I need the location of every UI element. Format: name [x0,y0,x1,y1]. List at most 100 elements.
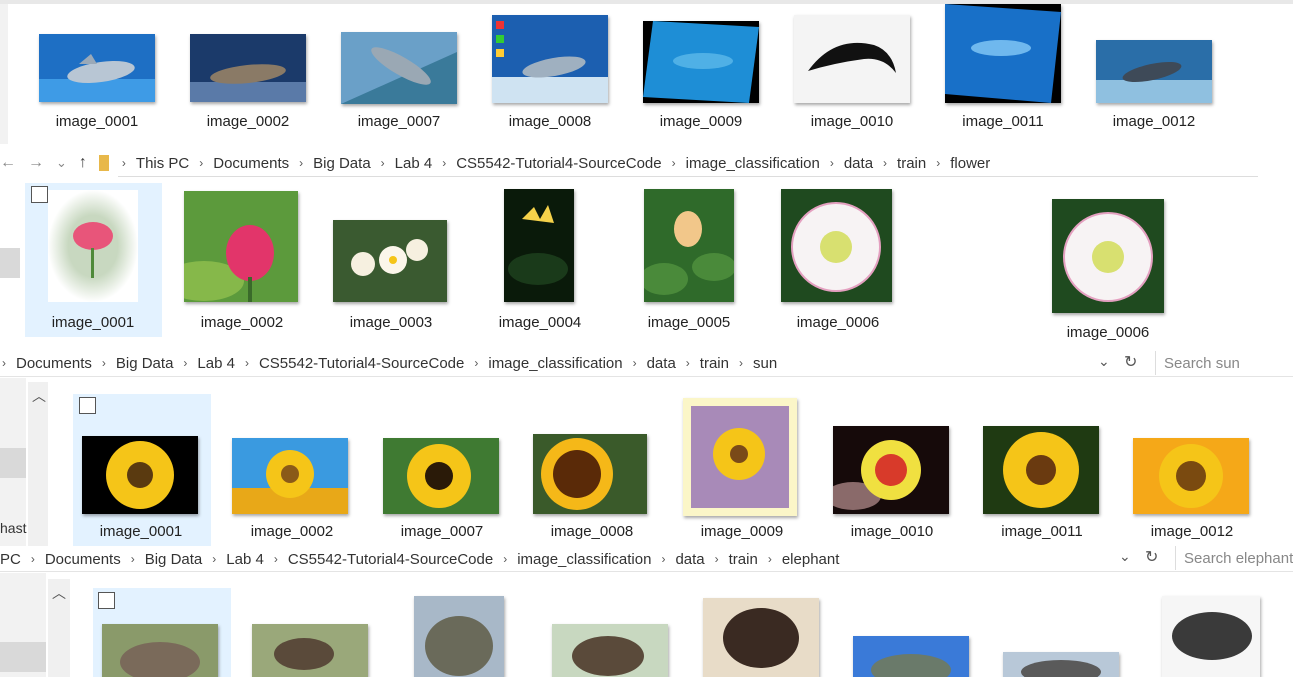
breadcrumb-sourcecode[interactable]: CS5542-Tutorial4-SourceCode [256,355,467,372]
chevron-down-icon[interactable]: ⌄ [1119,548,1131,565]
breadcrumb-train[interactable]: train [697,355,732,372]
elephant-thumb-3[interactable] [414,596,504,677]
breadcrumb-image-classification[interactable]: image_classification [485,355,625,372]
breadcrumb-elephant[interactable]: elephant [779,551,843,568]
flower-caption-2: image_0002 [200,314,284,331]
flower-address-bar[interactable]: ← → ⌄ ↑ › This PC › Documents › Big Data › … [0,150,993,176]
folder-icon [98,155,109,171]
scroll-up-icon[interactable]: ︿ [52,583,66,603]
select-checkbox[interactable] [98,592,115,609]
breadcrumb-image-classification[interactable]: image_classification [514,551,654,568]
flower-caption-6: image_0006 [796,314,880,331]
dolphin-thumb-5[interactable] [643,21,759,103]
address-underline [0,571,1293,572]
elephant-thumb-8[interactable] [1162,596,1260,677]
breadcrumb-sourcecode[interactable]: CS5542-Tutorial4-SourceCode [453,155,664,172]
sidebar-selected-item[interactable] [0,248,20,278]
breadcrumb-this-pc[interactable]: PC [0,551,24,568]
chevron-right-icon: › [183,356,188,370]
breadcrumb-sourcecode[interactable]: CS5542-Tutorial4-SourceCode [285,551,496,568]
breadcrumb-data[interactable]: data [841,155,876,172]
back-arrow-icon[interactable]: ← [0,154,16,172]
flower-thumb-5[interactable] [644,189,734,302]
breadcrumb-train[interactable]: train [894,155,929,172]
breadcrumb-lab-4[interactable]: Lab 4 [392,155,436,172]
flower-thumb-1[interactable] [48,190,138,302]
refresh-icon[interactable]: ↻ [1124,352,1137,372]
sun-thumb-2[interactable] [232,438,348,514]
search-sun-field[interactable]: Search sun [1155,351,1293,375]
sidebar-label-fragment[interactable]: hast [0,520,26,536]
chevron-right-icon: › [767,552,772,566]
flower-thumb-4[interactable] [504,189,574,302]
sun-thumb-8[interactable] [1133,438,1249,514]
sun-thumb-3[interactable] [383,438,499,514]
chevron-right-icon: › [738,356,743,370]
chevron-down-icon[interactable]: ⌄ [1098,353,1110,370]
breadcrumb-train[interactable]: train [726,551,761,568]
breadcrumb-documents[interactable]: Documents [13,355,95,372]
elephant-thumb-1[interactable] [102,624,218,677]
scroll-up-icon[interactable]: ︿ [32,386,46,406]
forward-arrow-icon[interactable]: → [28,154,44,172]
sun-panel: › Documents › Big Data › Lab 4 › CS5542-Tut… [0,350,1293,546]
breadcrumb-lab-4[interactable]: Lab 4 [194,355,238,372]
chevron-right-icon: › [442,156,447,170]
breadcrumb-image-classification[interactable]: image_classification [683,155,823,172]
chevron-right-icon: › [661,552,666,566]
flower-thumb-7[interactable] [1052,199,1164,313]
sun-thumb-6[interactable] [833,426,949,514]
flower-thumb-3[interactable] [333,220,447,302]
breadcrumb-lab-4[interactable]: Lab 4 [223,551,267,568]
sun-thumb-1[interactable] [82,436,198,514]
sun-address-bar[interactable]: › Documents › Big Data › Lab 4 › CS5542-Tut… [0,350,780,376]
select-checkbox[interactable] [31,186,48,203]
up-arrow-icon[interactable]: ↑ [79,154,87,172]
dolphin-thumb-6[interactable] [794,15,910,103]
dolphin-thumb-3[interactable] [341,32,457,104]
dolphin-thumb-8[interactable] [1096,40,1212,103]
refresh-icon[interactable]: ↻ [1145,547,1158,567]
nav-scrollbar[interactable] [28,382,48,546]
chevron-right-icon: › [380,156,385,170]
breadcrumb-data[interactable]: data [672,551,707,568]
breadcrumb-big-data[interactable]: Big Data [142,551,206,568]
dolphin-thumb-2[interactable] [190,34,306,102]
recent-locations-icon[interactable]: ⌄ [56,155,67,171]
search-elephant-field[interactable]: Search elephant [1175,546,1293,570]
elephant-thumb-2[interactable] [252,624,368,677]
select-checkbox[interactable] [79,397,96,414]
address-underline [0,376,1293,377]
dolphin-thumb-7[interactable] [945,4,1061,103]
dolphin-caption-2: image_0002 [206,113,290,130]
flower-thumb-2[interactable] [184,191,298,302]
breadcrumb-documents[interactable]: Documents [210,155,292,172]
sidebar-selected-item[interactable] [0,448,26,478]
chevron-right-icon: › [130,552,135,566]
elephant-thumb-4[interactable] [552,624,668,677]
flower-panel: ← → ⌄ ↑ › This PC › Documents › Big Data › … [0,148,1293,350]
chevron-right-icon: › [503,552,508,566]
sidebar-selected-item[interactable] [0,642,46,672]
flower-thumb-6[interactable] [781,189,892,302]
elephant-thumb-6[interactable] [853,636,969,677]
elephant-thumb-7[interactable] [1003,652,1119,677]
chevron-right-icon: › [244,356,249,370]
breadcrumb-flower[interactable]: flower [947,155,993,172]
sun-thumb-7[interactable] [983,426,1099,514]
sun-thumb-5[interactable] [683,398,797,516]
elephant-address-bar[interactable]: PC › Documents › Big Data › Lab 4 › CS5542-T… [0,546,842,572]
breadcrumb-data[interactable]: data [644,355,679,372]
breadcrumb-documents[interactable]: Documents [42,551,124,568]
breadcrumb-big-data[interactable]: Big Data [113,355,177,372]
chevron-right-icon: › [474,356,479,370]
dolphin-caption-7: image_0011 [962,113,1044,130]
dolphin-thumb-4[interactable] [492,15,608,103]
chevron-right-icon: › [212,552,217,566]
breadcrumb-big-data[interactable]: Big Data [310,155,374,172]
elephant-thumb-5[interactable] [703,598,819,677]
breadcrumb-sun[interactable]: sun [750,355,780,372]
sun-thumb-4[interactable] [533,434,647,514]
breadcrumb-this-pc[interactable]: This PC [133,155,192,172]
dolphin-thumb-1[interactable] [39,34,155,102]
